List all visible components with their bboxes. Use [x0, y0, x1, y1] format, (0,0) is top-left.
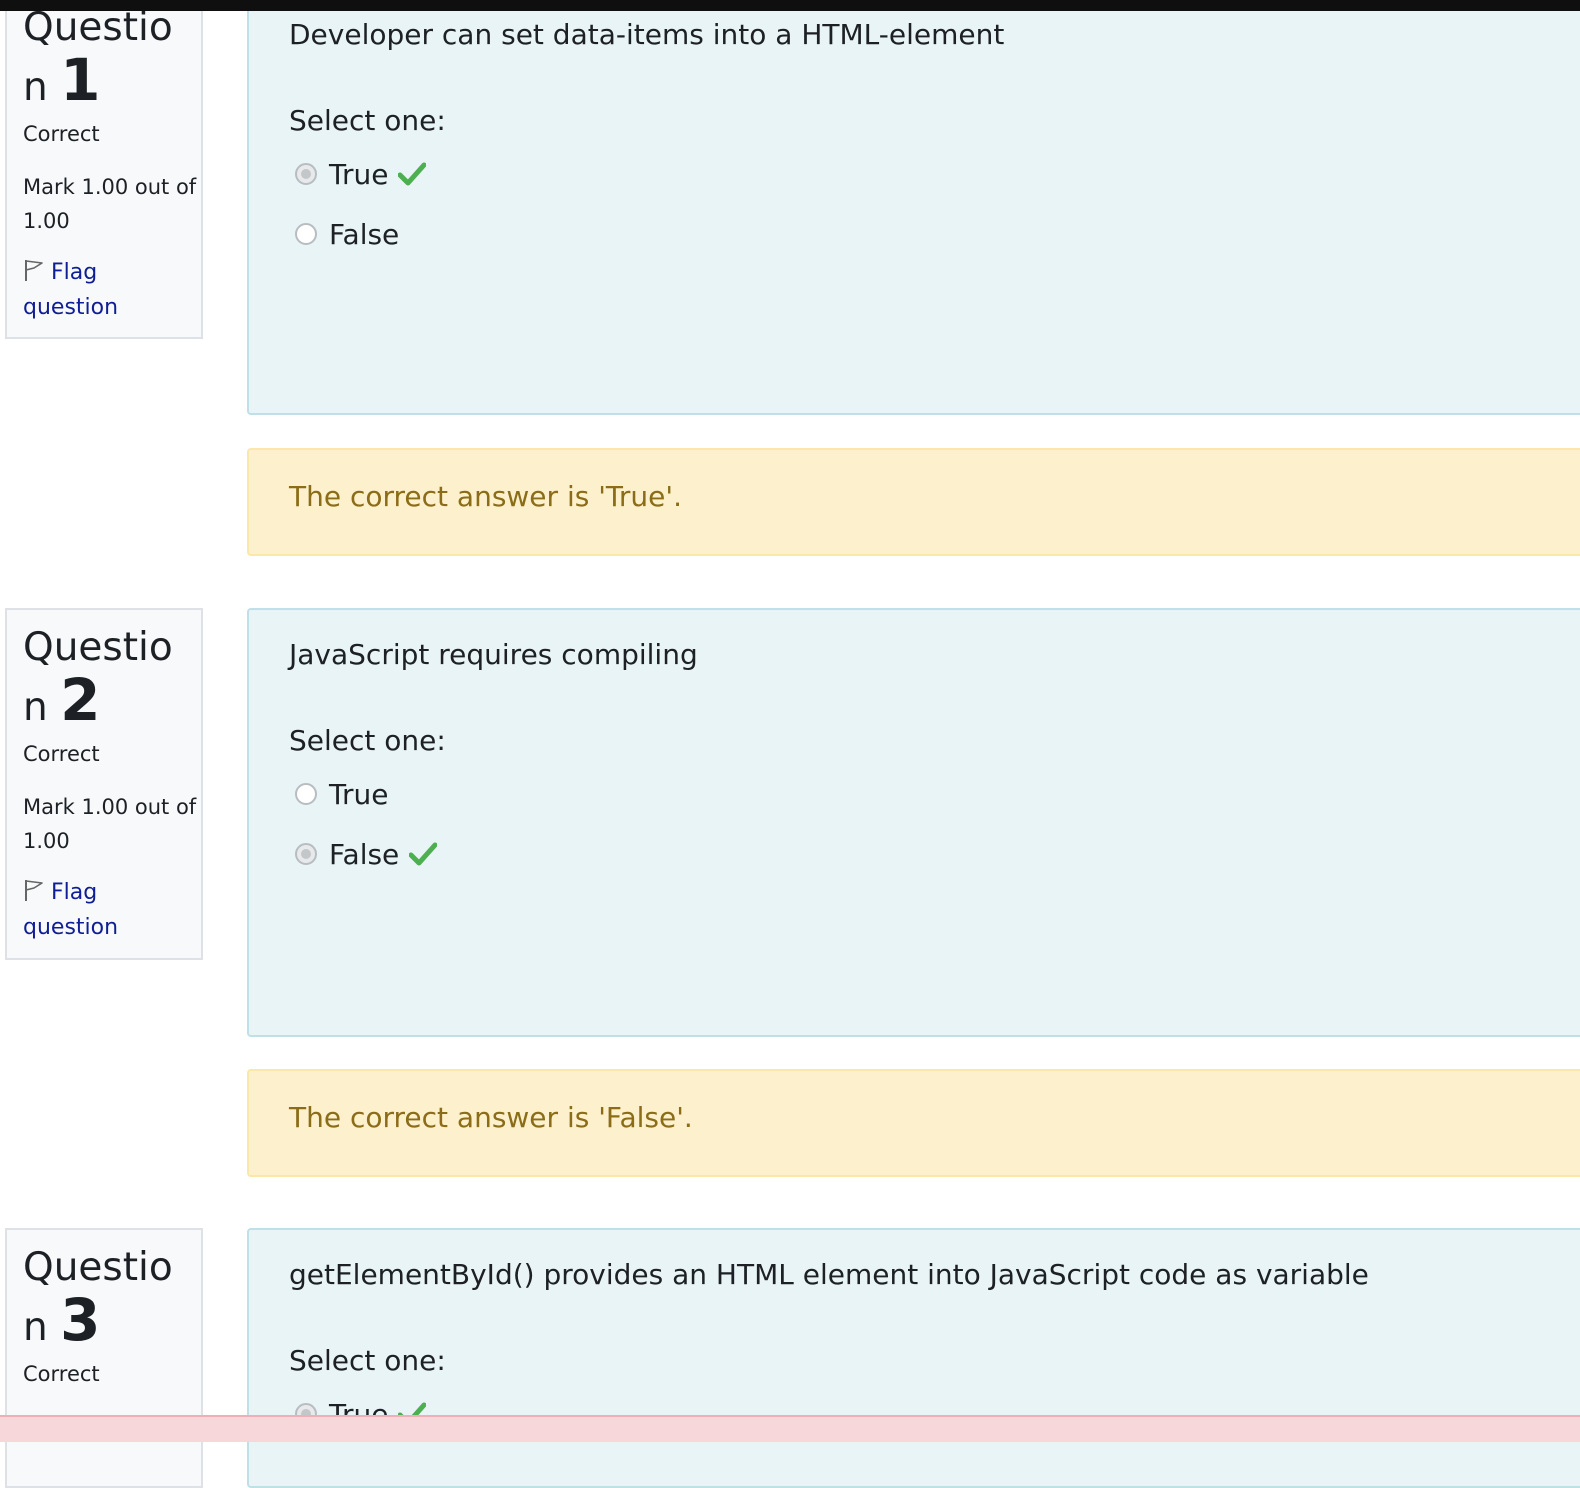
question-text: JavaScript requires compiling — [289, 638, 698, 671]
question-formulation-2: JavaScript requires compiling Select one… — [247, 608, 1580, 1037]
question-title-suffix: n — [23, 685, 48, 730]
check-icon — [409, 842, 438, 866]
flag-question-link[interactable]: Flag question — [23, 255, 198, 325]
question-title-prefix: Questio — [23, 5, 173, 50]
question-number: 2 — [60, 666, 101, 734]
select-one-prompt: Select one: — [289, 1344, 446, 1377]
question-grade: Mark 1.00 out of 1.00 — [23, 175, 197, 233]
feedback-1: The correct answer is 'True'. — [247, 448, 1580, 556]
correct-answer-text: The correct answer is 'True'. — [289, 480, 682, 513]
question-title-suffix: n — [23, 1305, 48, 1350]
feedback-2: The correct answer is 'False'. — [247, 1069, 1580, 1177]
answer-option-true[interactable]: True — [295, 154, 427, 194]
answer-option-true[interactable]: True — [295, 774, 388, 814]
answer-label: False — [329, 837, 400, 871]
select-one-prompt: Select one: — [289, 724, 446, 757]
question-info-3: Questio n 3 Correct — [5, 1228, 203, 1488]
question-number: 1 — [60, 46, 101, 114]
answer-label: False — [329, 217, 400, 251]
question-title-suffix: n — [23, 65, 48, 110]
question-title-prefix: Questio — [23, 625, 173, 670]
check-icon — [398, 162, 427, 186]
question-grade: Mark 1.00 out of 1.00 — [23, 795, 197, 853]
radio-false[interactable] — [295, 843, 317, 865]
question-text: Developer can set data-items into a HTML… — [289, 18, 1005, 51]
question-title: Questio n 3 — [23, 1242, 198, 1354]
question-title: Questio n 2 — [23, 622, 198, 734]
question-title-prefix: Questio — [23, 1245, 173, 1290]
question-number: 3 — [60, 1286, 101, 1354]
question-formulation-3: getElementById() provides an HTML elemen… — [247, 1228, 1580, 1488]
flag-icon — [25, 880, 43, 901]
question-state: Correct — [23, 122, 100, 146]
bottom-notice-strip — [0, 1415, 1580, 1442]
radio-true[interactable] — [295, 783, 317, 805]
question-title: Questio n 1 — [23, 2, 198, 114]
answer-label: True — [329, 157, 389, 191]
radio-false[interactable] — [295, 223, 317, 245]
top-bar — [0, 0, 1580, 11]
question-info-2: Questio n 2 Correct Mark 1.00 out of 1.0… — [5, 608, 203, 960]
flag-question-link[interactable]: Flag question — [23, 875, 198, 945]
answer-option-false[interactable]: False — [295, 834, 438, 874]
question-state: Correct — [23, 742, 100, 766]
question-text: getElementById() provides an HTML elemen… — [289, 1258, 1369, 1291]
question-info-1: Questio n 1 Correct Mark 1.00 out of 1.0… — [5, 0, 203, 339]
correct-answer-text: The correct answer is 'False'. — [289, 1101, 693, 1134]
flag-icon — [25, 260, 43, 281]
radio-true[interactable] — [295, 163, 317, 185]
question-formulation-1: Developer can set data-items into a HTML… — [247, 0, 1580, 415]
answer-option-false[interactable]: False — [295, 214, 399, 254]
answer-label: True — [329, 777, 389, 811]
question-state: Correct — [23, 1362, 100, 1386]
select-one-prompt: Select one: — [289, 104, 446, 137]
